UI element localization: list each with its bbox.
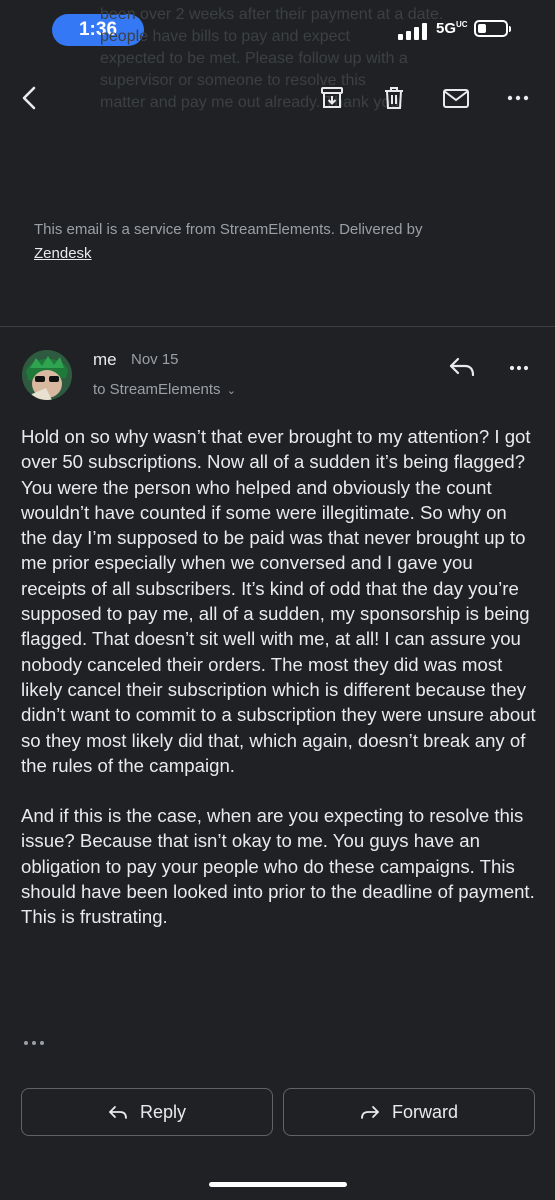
forward-button[interactable]: Forward [283,1088,535,1136]
avatar[interactable] [22,350,72,400]
reply-icon[interactable] [448,355,476,379]
chevron-down-icon: ⌄ [226,385,236,397]
forward-label: Forward [391,1101,458,1122]
recipient-label: to StreamElements [93,381,221,398]
forward-arrow-icon [361,1106,379,1119]
body-paragraph: Hold on so why wasn’t that ever brought … [21,426,536,776]
message-more-icon[interactable] [506,356,532,380]
mail-icon[interactable] [440,82,472,114]
more-horizontal-icon[interactable] [502,82,534,114]
recipient-toggle[interactable]: to StreamElements ⌄ [93,381,236,398]
sender-name: me [93,350,117,369]
message-divider [0,326,555,327]
archive-icon[interactable] [316,82,348,114]
reply-label: Reply [139,1101,187,1122]
zendesk-link[interactable]: Zendesk [34,245,92,262]
home-indicator[interactable] [209,1182,347,1187]
message-date: Nov 15 [131,351,179,368]
reply-button[interactable]: Reply [21,1088,273,1136]
trash-icon[interactable] [378,82,410,114]
show-trimmed-content-icon[interactable] [22,1036,46,1048]
reply-arrow-icon [109,1106,127,1119]
message-body: Hold on so why wasn’t that ever brought … [21,424,536,955]
service-footer-text: This email is a service from StreamEleme… [34,221,423,238]
back-arrow-icon[interactable] [14,82,46,114]
body-paragraph: And if this is the case, when are you ex… [21,805,535,928]
service-footer: This email is a service from StreamEleme… [34,218,534,266]
email-toolbar [0,68,555,128]
